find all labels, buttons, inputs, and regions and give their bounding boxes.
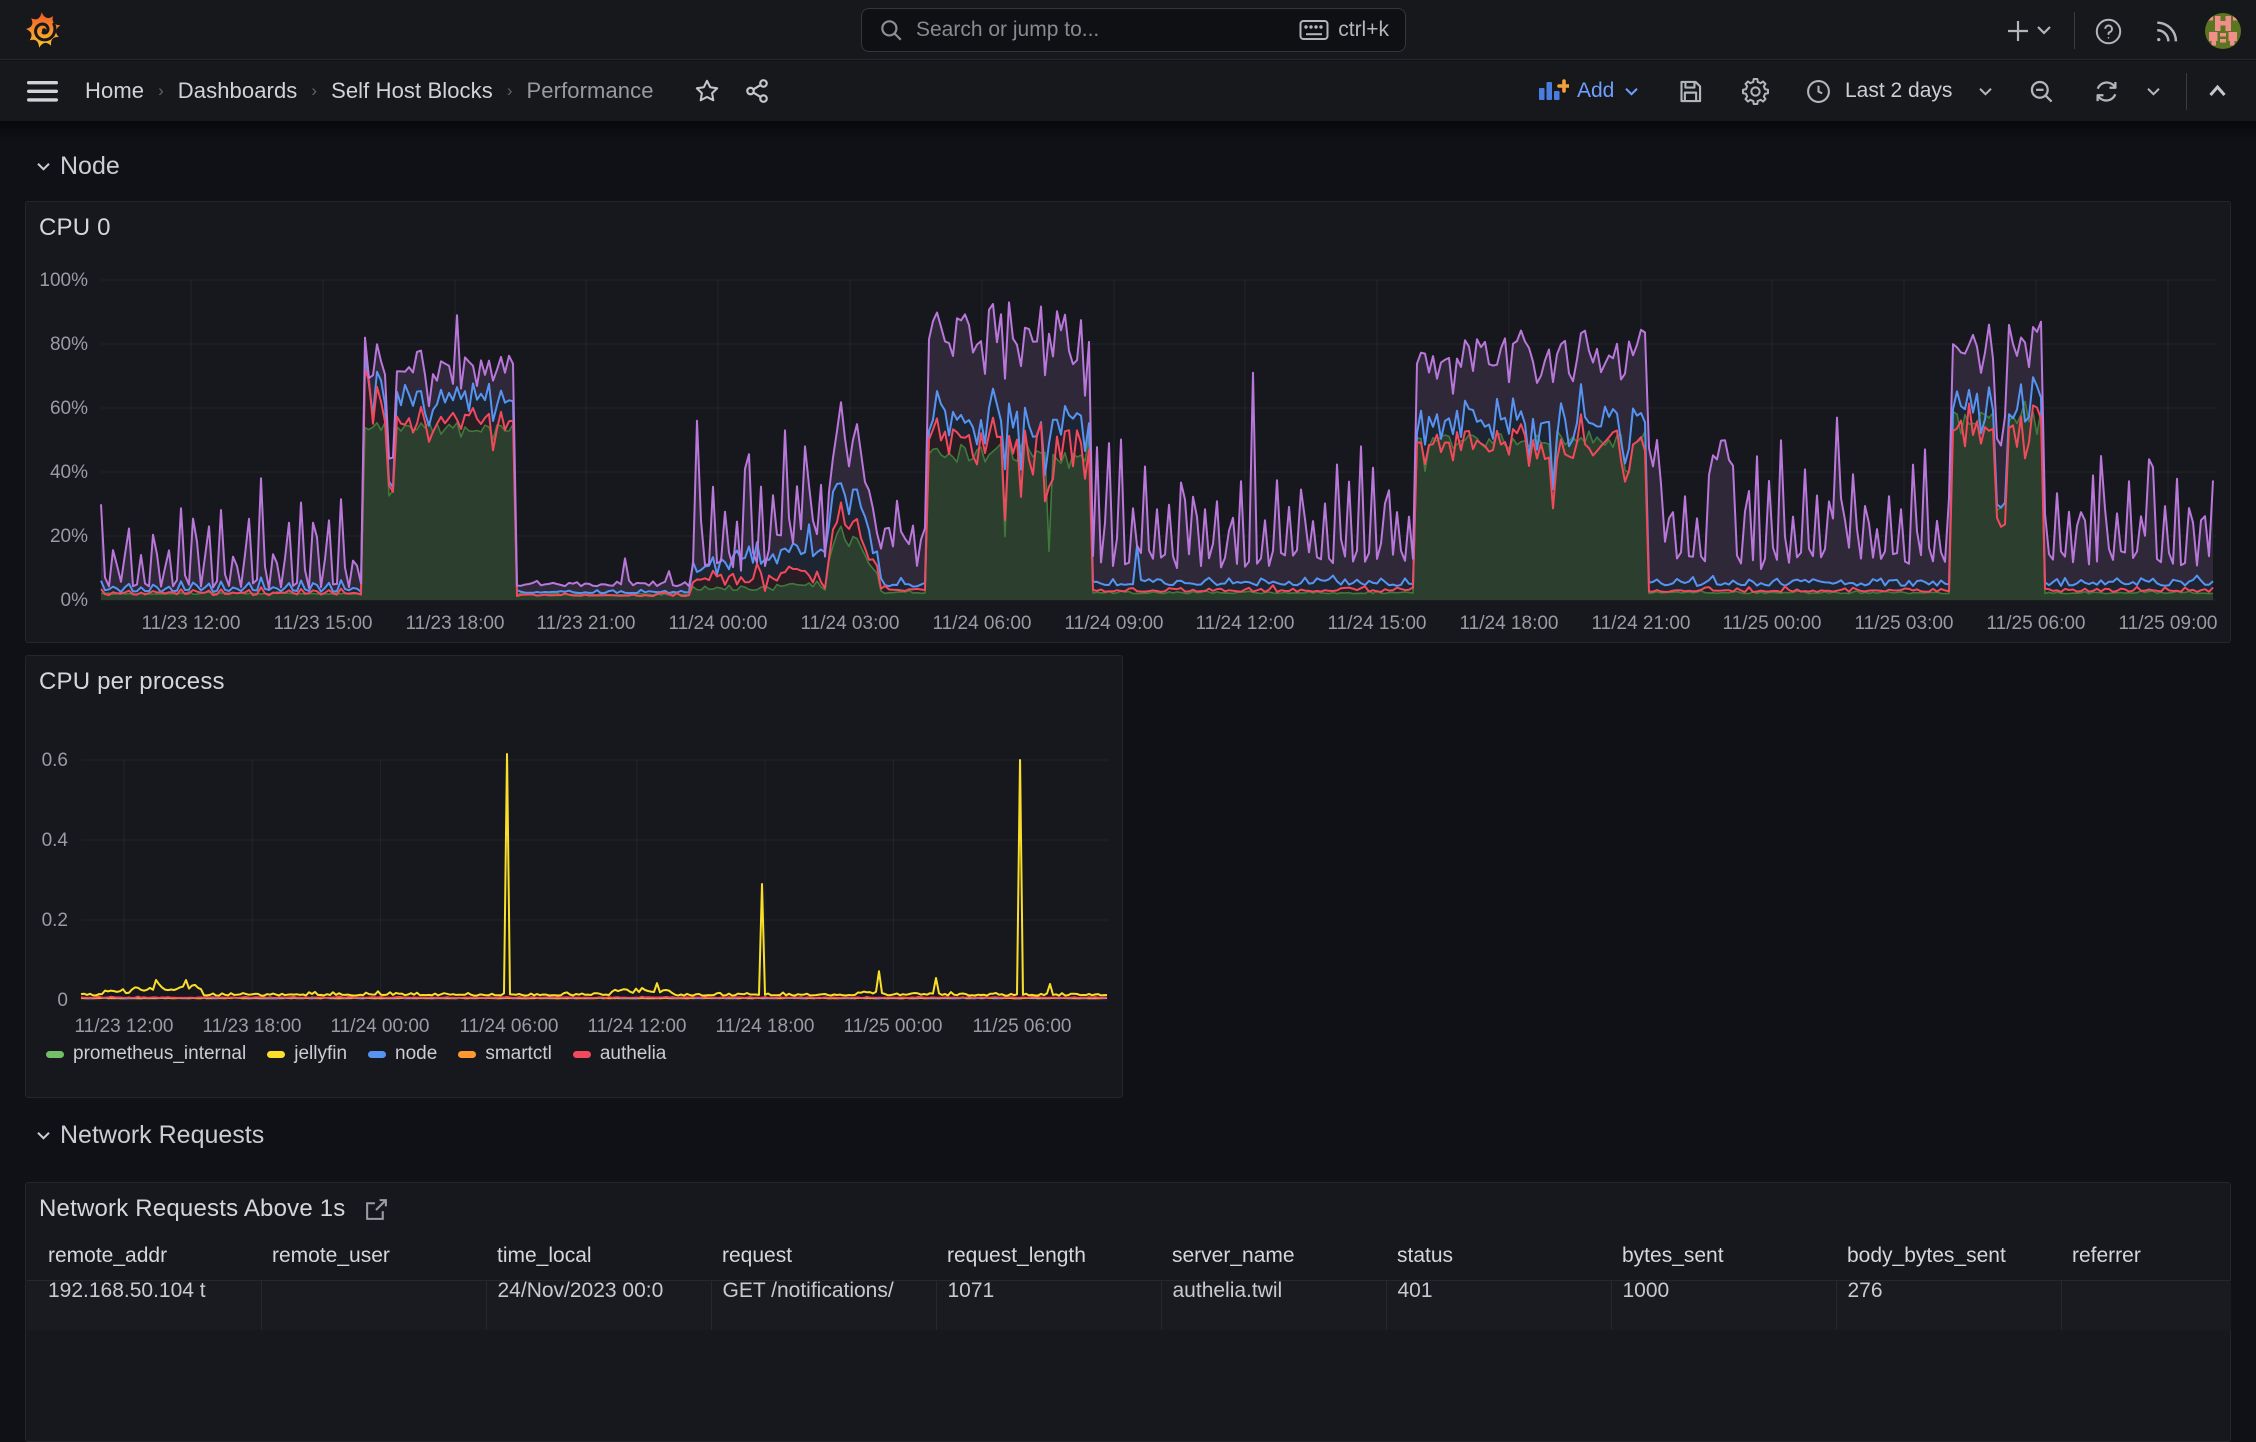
svg-text:11/24 12:00: 11/24 12:00 — [588, 1016, 687, 1037]
svg-text:11/23 12:00: 11/23 12:00 — [142, 613, 241, 634]
svg-text:11/24 03:00: 11/24 03:00 — [801, 613, 900, 634]
svg-text:11/24 18:00: 11/24 18:00 — [716, 1016, 815, 1037]
svg-text:0%: 0% — [61, 590, 89, 611]
svg-text:11/24 06:00: 11/24 06:00 — [933, 613, 1032, 634]
svg-text:11/24 00:00: 11/24 00:00 — [669, 613, 768, 634]
svg-text:11/24 06:00: 11/24 06:00 — [460, 1016, 559, 1037]
svg-text:11/23 12:00: 11/23 12:00 — [75, 1016, 174, 1037]
svg-text:11/24 09:00: 11/24 09:00 — [1065, 613, 1164, 634]
svg-text:20%: 20% — [50, 526, 88, 547]
svg-text:11/25 06:00: 11/25 06:00 — [1987, 613, 2086, 634]
svg-text:60%: 60% — [50, 398, 88, 419]
svg-text:11/25 06:00: 11/25 06:00 — [973, 1016, 1072, 1037]
svg-text:11/24 12:00: 11/24 12:00 — [1196, 613, 1295, 634]
svg-text:11/23 18:00: 11/23 18:00 — [203, 1016, 302, 1037]
svg-text:0: 0 — [57, 990, 68, 1011]
svg-text:11/23 21:00: 11/23 21:00 — [537, 613, 636, 634]
svg-text:100%: 100% — [39, 270, 88, 291]
svg-text:11/24 00:00: 11/24 00:00 — [331, 1016, 430, 1037]
svg-text:11/25 00:00: 11/25 00:00 — [844, 1016, 943, 1037]
svg-text:0.2: 0.2 — [42, 910, 68, 931]
svg-text:80%: 80% — [50, 334, 88, 355]
svg-text:11/24 21:00: 11/24 21:00 — [1592, 613, 1691, 634]
svg-text:40%: 40% — [50, 462, 88, 483]
svg-text:11/23 15:00: 11/23 15:00 — [274, 613, 373, 634]
svg-text:11/25 09:00: 11/25 09:00 — [2119, 613, 2218, 634]
svg-text:11/25 00:00: 11/25 00:00 — [1723, 613, 1822, 634]
svg-text:11/23 18:00: 11/23 18:00 — [406, 613, 505, 634]
svg-text:11/24 18:00: 11/24 18:00 — [1460, 613, 1559, 634]
svg-text:0.4: 0.4 — [42, 830, 69, 851]
svg-text:11/24 15:00: 11/24 15:00 — [1328, 613, 1427, 634]
svg-text:0.6: 0.6 — [42, 750, 68, 771]
svg-text:11/25 03:00: 11/25 03:00 — [1855, 613, 1954, 634]
